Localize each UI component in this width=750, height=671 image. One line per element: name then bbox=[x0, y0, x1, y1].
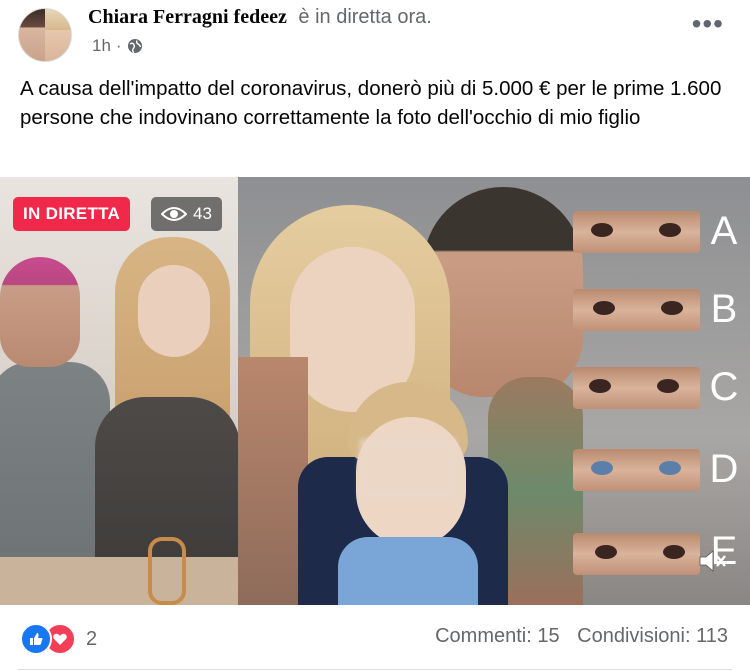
avatar-left-half bbox=[19, 9, 45, 61]
profile-avatar[interactable] bbox=[18, 8, 72, 62]
eye-option-e-image bbox=[573, 533, 700, 575]
speaker-muted-icon[interactable] bbox=[698, 547, 728, 575]
reactions-summary[interactable]: 2 bbox=[20, 623, 97, 655]
eye-option-c-image bbox=[573, 367, 700, 409]
author-line: Chiara Ferragni fedeez è in diretta ora. bbox=[88, 6, 432, 29]
footer-divider bbox=[18, 669, 732, 670]
table-surface bbox=[0, 557, 238, 605]
option-letter-b: B bbox=[710, 287, 738, 331]
viewer-count-badge: 43 bbox=[151, 197, 222, 231]
eye-option-d-image bbox=[573, 449, 700, 491]
eye-right bbox=[659, 461, 681, 475]
eye-right bbox=[661, 301, 683, 315]
eye-left bbox=[593, 301, 615, 315]
eye-left bbox=[591, 461, 613, 475]
option-letter-a: A bbox=[710, 209, 738, 253]
eye-icon bbox=[161, 207, 187, 221]
meta-separator: · bbox=[115, 36, 122, 55]
live-status-text: è in diretta ora. bbox=[298, 6, 432, 28]
avatar-right-half bbox=[45, 9, 71, 61]
post-footer: 2 Commenti: 15 Condivisioni: 113 bbox=[0, 605, 750, 671]
child-shirt bbox=[338, 537, 478, 605]
child-face-blur bbox=[360, 439, 456, 499]
eye-option-a-image bbox=[573, 211, 700, 253]
post-header: Chiara Ferragni fedeez è in diretta ora.… bbox=[0, 0, 750, 70]
option-letter-d: D bbox=[709, 447, 739, 491]
eye-left bbox=[595, 545, 617, 559]
eye-right bbox=[659, 223, 681, 237]
post-text: A causa dell'impatto del coronavirus, do… bbox=[20, 77, 722, 129]
bracelet bbox=[148, 537, 186, 605]
eye-option-b-image bbox=[573, 289, 700, 331]
reaction-count: 2 bbox=[86, 627, 98, 650]
more-options-button[interactable]: ••• bbox=[692, 10, 724, 38]
globe-icon[interactable] bbox=[127, 38, 143, 54]
viewer-count: 43 bbox=[193, 204, 212, 223]
man-figure-head bbox=[0, 257, 80, 367]
like-icon bbox=[20, 623, 52, 655]
woman-figure-face bbox=[138, 265, 210, 357]
eye-left bbox=[589, 379, 611, 393]
eye-right bbox=[663, 545, 685, 559]
author-name[interactable]: Chiara Ferragni fedeez bbox=[88, 6, 287, 28]
eye-left bbox=[591, 223, 613, 237]
eye-right bbox=[657, 379, 679, 393]
engagement-stats: Commenti: 15 Condivisioni: 113 bbox=[435, 625, 728, 648]
shares-count-link[interactable]: Condivisioni: 113 bbox=[577, 625, 728, 647]
comments-count-link[interactable]: Commenti: 15 bbox=[435, 625, 560, 647]
option-letter-c: C bbox=[709, 365, 739, 409]
post-time[interactable]: 1h bbox=[92, 36, 111, 56]
live-video[interactable]: A B C D E bbox=[0, 177, 750, 605]
live-camera-pane bbox=[0, 177, 238, 605]
live-badge: IN DIRETTA bbox=[13, 197, 131, 231]
family-photo-pane: A B C D E bbox=[238, 177, 750, 605]
post-meta: 1h · bbox=[92, 36, 143, 56]
